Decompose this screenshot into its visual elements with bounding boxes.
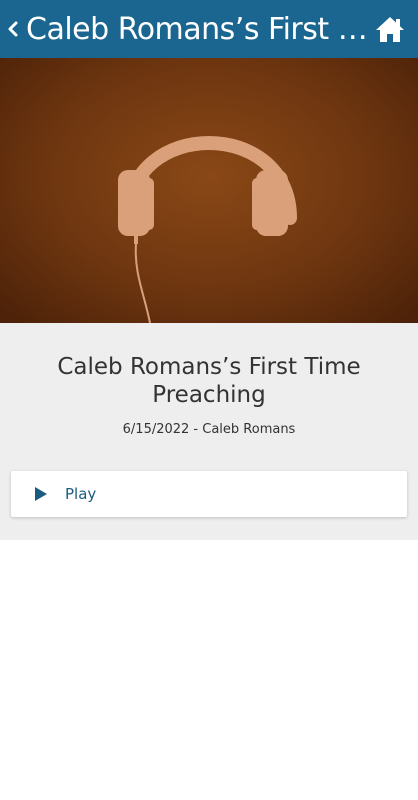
app-header: Caleb Romans’s First Ti… [0,0,418,58]
home-icon [376,17,404,42]
headphones-icon [118,136,297,323]
page-title: Caleb Romans’s First Ti… [26,11,368,47]
sermon-info-panel: Caleb Romans’s First Time Preaching 6/15… [0,323,418,540]
play-icon [31,484,51,504]
sermon-title: Caleb Romans’s First Time Preaching [57,354,361,408]
home-button[interactable] [368,0,412,58]
play-button[interactable]: Play [11,471,407,517]
chevron-left-icon [8,21,18,37]
play-label: Play [65,485,97,503]
sermon-date-speaker: 6/15/2022 - Caleb Romans [122,422,296,437]
back-button[interactable] [2,0,24,58]
sermon-artwork [0,58,418,323]
